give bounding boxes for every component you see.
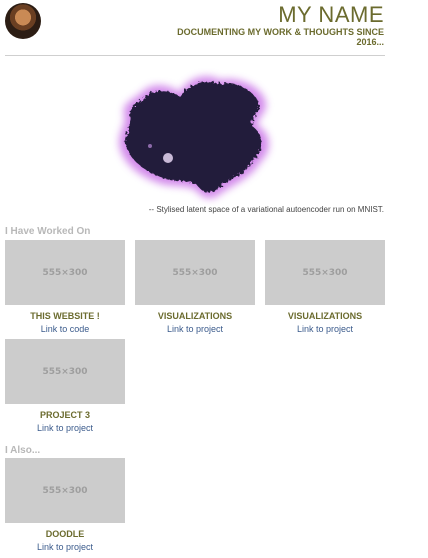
project-title: VISUALIZATIONS xyxy=(287,311,363,321)
project-thumbnail[interactable]: 555×300 xyxy=(265,240,385,305)
project-thumbnail[interactable]: 555×300 xyxy=(135,240,255,305)
project-title: PROJECT 3 xyxy=(39,410,90,420)
project-card: 555×300 PROJECT 3 Link to project xyxy=(5,339,125,433)
also-card: 555×300 DOODLE Link to project xyxy=(5,458,125,552)
project-link[interactable]: Link to project xyxy=(5,542,125,552)
project-title: THIS WEBSITE ! xyxy=(30,311,100,321)
project-link[interactable]: Link to project xyxy=(5,423,125,433)
project-title: DOODLE xyxy=(45,529,85,539)
header-divider xyxy=(5,55,385,56)
project-card: 555×300 THIS WEBSITE ! Link to code xyxy=(5,240,125,334)
project-link[interactable]: Link to code xyxy=(5,324,125,334)
avatar[interactable] xyxy=(5,3,41,39)
image-caption: -- Stylised latent space of a variationa… xyxy=(148,205,384,214)
project-thumbnail[interactable]: 555×300 xyxy=(5,339,125,404)
project-thumbnail[interactable]: 555×300 xyxy=(5,240,125,305)
project-card: 555×300 VISUALIZATIONS Link to project xyxy=(135,240,255,334)
project-card: 555×300 VISUALIZATIONS Link to project xyxy=(265,240,385,334)
site-tagline: DOCUMENTING MY WORK & THOUGHTS SINCE 201… xyxy=(177,27,384,47)
project-link[interactable]: Link to project xyxy=(135,324,255,334)
site-title[interactable]: MY NAME xyxy=(278,2,384,28)
also-heading: I Also... xyxy=(5,445,41,456)
project-link[interactable]: Link to project xyxy=(265,324,385,334)
worked-on-heading: I Have Worked On xyxy=(5,226,91,237)
project-title: VISUALIZATIONS xyxy=(157,311,233,321)
latent-space-image xyxy=(119,76,269,199)
project-thumbnail[interactable]: 555×300 xyxy=(5,458,125,523)
